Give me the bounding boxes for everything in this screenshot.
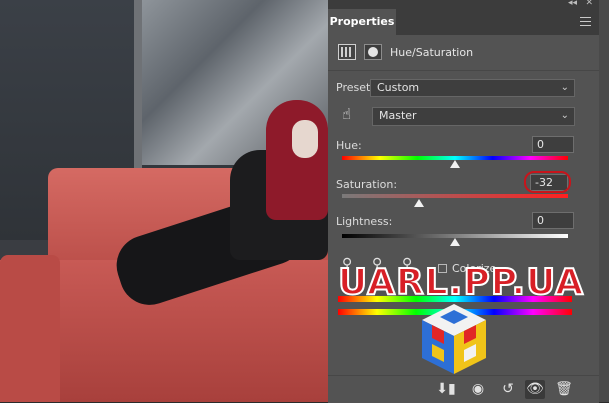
hue-slider-thumb[interactable]	[450, 160, 460, 168]
on-image-adjust-hand-icon[interactable]: ☝	[342, 105, 351, 123]
adjustment-title: Hue/Saturation	[390, 46, 474, 59]
panel-menu-icon[interactable]	[580, 17, 591, 26]
photo-sofa-arm	[0, 255, 60, 402]
close-icon[interactable]: ✕	[585, 0, 593, 8]
properties-panel: ◂◂ ✕ Properties Hue/Saturation Preset: C…	[328, 0, 599, 403]
canvas-photo	[0, 0, 328, 402]
adjustment-header: Hue/Saturation	[328, 35, 599, 71]
lightness-label: Lightness:	[336, 215, 393, 228]
photo-frame	[134, 0, 142, 170]
photo-figure-hair	[266, 100, 328, 220]
trash-icon[interactable]: 🗑	[554, 380, 574, 399]
adjustment-layer-icon[interactable]	[338, 44, 356, 60]
hue-label: Hue:	[336, 139, 362, 152]
lightness-input[interactable]: 0	[532, 212, 574, 229]
visibility-eye-icon[interactable]: 👁	[525, 380, 545, 399]
channel-value: Master	[379, 109, 417, 122]
layer-mask-icon[interactable]	[364, 44, 382, 60]
tab-properties[interactable]: Properties	[328, 9, 396, 35]
preset-value: Custom	[377, 81, 420, 94]
preset-dropdown[interactable]: Custom ⌄	[370, 79, 575, 97]
hue-input[interactable]: 0	[532, 136, 574, 153]
chevron-down-icon: ⌄	[560, 82, 569, 93]
clip-to-layer-icon[interactable]: ⬇▮	[436, 380, 456, 399]
collapse-icon[interactable]: ◂◂	[568, 0, 577, 8]
reset-icon[interactable]: ↺	[498, 380, 518, 399]
watermark-cube-logo	[422, 304, 486, 374]
chevron-down-icon: ⌄	[560, 110, 569, 121]
photo-figure-face	[292, 120, 318, 158]
panel-top-strip: ◂◂ ✕	[328, 0, 599, 9]
panel-tab-bar: Properties	[328, 9, 599, 35]
saturation-slider-track[interactable]	[342, 194, 568, 198]
saturation-highlight-ring	[524, 171, 571, 193]
saturation-label: Saturation:	[336, 178, 398, 191]
view-previous-state-icon[interactable]: ◉	[468, 380, 488, 399]
panel-bottom-toolbar: ⬇▮ ◉ ↺ 👁 🗑	[328, 375, 599, 403]
channel-dropdown[interactable]: Master ⌄	[372, 107, 575, 126]
preset-label: Preset:	[336, 81, 375, 94]
lightness-slider-thumb[interactable]	[450, 238, 460, 246]
saturation-slider-thumb[interactable]	[413, 199, 424, 207]
right-edge-strip	[599, 0, 609, 402]
